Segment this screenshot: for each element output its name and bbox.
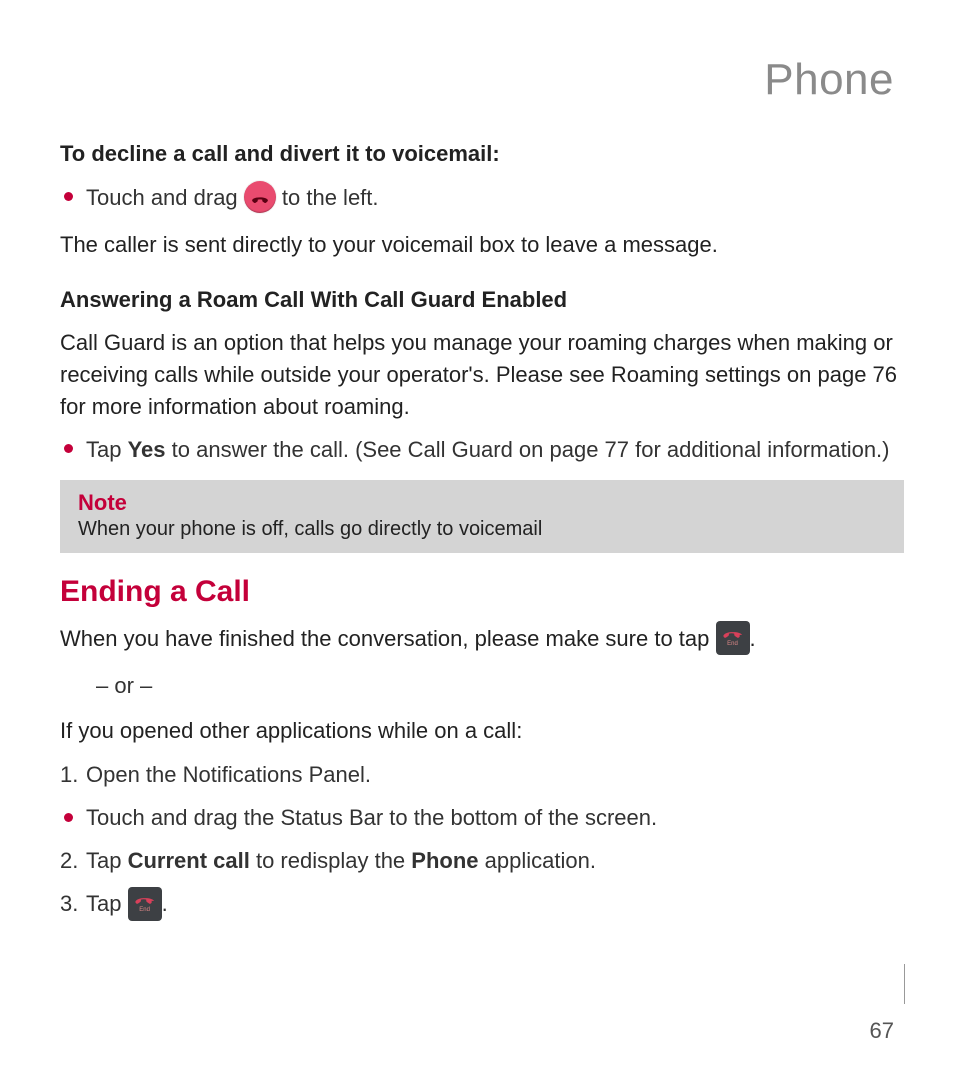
decline-list: Touch and drag to the left. [60, 181, 904, 215]
text: to answer the call. (See Call Guard on p… [166, 437, 890, 462]
roam-step: Tap Yes to answer the call. (See Call Gu… [60, 433, 904, 466]
end-label: End [139, 907, 150, 913]
end-call-icon: End [128, 887, 162, 921]
decline-subhead: To decline a call and divert it to voice… [60, 141, 904, 167]
roam-body: Call Guard is an option that helps you m… [60, 327, 904, 423]
phone-decline-icon [244, 181, 276, 213]
end-call-icon: End [716, 621, 750, 655]
text: Tap [86, 891, 128, 916]
decline-result: The caller is sent directly to your voic… [60, 229, 904, 261]
text: Touch and drag the Status Bar to the bot… [86, 805, 657, 830]
step-2: Tap Current call to redisplay the Phone … [60, 843, 904, 878]
text: When you have finished the conversation,… [60, 626, 716, 651]
text: Touch and drag [86, 185, 244, 210]
roam-list: Tap Yes to answer the call. (See Call Gu… [60, 433, 904, 466]
side-rule [904, 964, 905, 1004]
step-1-sub: Touch and drag the Status Bar to the bot… [60, 800, 904, 835]
ending-call-heading: Ending a Call [60, 575, 904, 609]
text: to redisplay the [250, 848, 411, 873]
end-label: End [727, 641, 738, 647]
note-box: Note When your phone is off, calls go di… [60, 480, 904, 553]
text: . [750, 626, 756, 651]
step-1: Open the Notifications Panel. [60, 757, 904, 792]
note-body: When your phone is off, calls go directl… [78, 518, 886, 541]
ending-p1: When you have finished the conversation,… [60, 623, 904, 657]
roam-subhead: Answering a Roam Call With Call Guard En… [60, 287, 904, 313]
step-3: Tap End . [60, 886, 904, 922]
text: to the left. [282, 185, 379, 210]
text: application. [479, 848, 596, 873]
phone-label: Phone [411, 848, 478, 873]
current-call-label: Current call [128, 848, 250, 873]
manual-page: Phone To decline a call and divert it to… [0, 0, 954, 1074]
text: Tap [86, 437, 128, 462]
note-title: Note [78, 490, 886, 516]
section-header: Phone [60, 55, 904, 105]
or-separator: – or – [96, 673, 904, 699]
text: Tap [86, 848, 128, 873]
text: . [162, 891, 168, 916]
page-number: 67 [870, 1018, 894, 1044]
decline-step: Touch and drag to the left. [60, 181, 904, 215]
ending-steps: Open the Notifications Panel. Touch and … [60, 757, 904, 923]
text: Open the Notifications Panel. [86, 762, 371, 787]
yes-label: Yes [128, 437, 166, 462]
ending-p2: If you opened other applications while o… [60, 715, 904, 747]
